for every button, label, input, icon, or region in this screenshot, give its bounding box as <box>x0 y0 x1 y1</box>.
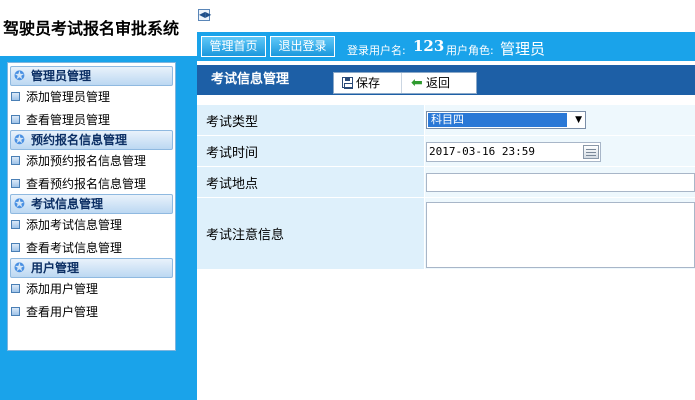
exam-location-input[interactable] <box>426 173 695 192</box>
exam-time-label: 考试时间 <box>197 136 424 166</box>
exam-type-selected: 科目四 <box>428 113 567 127</box>
square-bullet-icon <box>11 156 20 165</box>
dropdown-arrow-icon[interactable]: ▼ <box>575 113 582 127</box>
menu-group-header[interactable]: ✪ 管理员管理 <box>10 66 173 86</box>
exam-type-label: 考试类型 <box>197 105 424 135</box>
sidebar-item-add-exam[interactable]: 添加考试信息管理 <box>8 214 175 237</box>
exam-notes-label: 考试注意信息 <box>197 198 424 269</box>
back-button[interactable]: ⬅ 返回 <box>405 73 473 93</box>
star-icon: ✪ <box>14 133 25 148</box>
square-bullet-icon <box>11 307 20 316</box>
sidebar-item-view-booking[interactable]: 查看预约报名信息管理 <box>8 173 175 196</box>
sidebar-item-label: 查看用户管理 <box>26 305 99 319</box>
menu-group-title: 考试信息管理 <box>31 197 104 211</box>
star-icon: ✪ <box>14 261 25 276</box>
form-row-location: 考试地点 <box>197 167 695 198</box>
exam-notes-textarea[interactable] <box>426 202 695 268</box>
menu-group-title: 用户管理 <box>31 261 80 275</box>
sidebar-item-view-admin[interactable]: 查看管理员管理 <box>8 109 175 132</box>
exam-type-select[interactable]: 科目四 ▼ <box>426 111 586 129</box>
square-bullet-icon <box>11 92 20 101</box>
square-bullet-icon <box>11 220 20 229</box>
sidebar-item-view-exam[interactable]: 查看考试信息管理 <box>8 237 175 260</box>
star-icon: ✪ <box>14 197 25 212</box>
form-row-type: 考试类型 科目四 ▼ <box>197 105 695 136</box>
user-role-label: 用户角色: <box>446 44 494 57</box>
save-button-label: 保存 <box>356 76 381 90</box>
square-bullet-icon <box>11 284 20 293</box>
form-row-time: 考试时间 2017-03-16 23:59 <box>197 136 695 167</box>
page-title: 考试信息管理 <box>211 72 290 87</box>
menu-group-title: 预约报名信息管理 <box>31 133 128 147</box>
square-bullet-icon <box>11 243 20 252</box>
collapse-arrow-icon[interactable]: ◀▶ <box>198 9 211 21</box>
save-icon <box>342 77 353 89</box>
back-button-label: 返回 <box>426 76 451 90</box>
page-header: 考试信息管理 保存 ⬅ 返回 <box>197 65 695 95</box>
sidebar-item-add-user[interactable]: 添加用户管理 <box>8 278 175 301</box>
toolbar: 保存 ⬅ 返回 <box>333 72 477 94</box>
menu-group-header[interactable]: ✪ 考试信息管理 <box>10 194 173 214</box>
main-content: 考试信息管理 保存 ⬅ 返回 考试类型 科目四 ▼ 考试时间 2017-03-1… <box>197 61 695 400</box>
back-arrow-icon: ⬅ <box>411 75 423 91</box>
square-bullet-icon <box>11 115 20 124</box>
menu-group-title: 管理员管理 <box>31 69 92 83</box>
menu-group-header[interactable]: ✪ 用户管理 <box>10 258 173 278</box>
sidebar-item-label: 查看考试信息管理 <box>26 241 123 255</box>
login-user-label: 登录用户名: <box>347 44 406 57</box>
tab-logout[interactable]: 退出登录 <box>270 36 335 57</box>
form-row-notes: 考试注意信息 <box>197 198 695 270</box>
sidebar-menu: ✪ 管理员管理 添加管理员管理 查看管理员管理 ✪ 预约报名信息管理 添加预约报… <box>7 62 176 351</box>
menu-group-header[interactable]: ✪ 预约报名信息管理 <box>10 130 173 150</box>
calendar-icon[interactable] <box>583 145 599 159</box>
sidebar-item-label: 添加管理员管理 <box>26 90 111 104</box>
exam-location-label: 考试地点 <box>197 167 424 197</box>
save-button[interactable]: 保存 <box>338 73 402 93</box>
sidebar-item-label: 查看预约报名信息管理 <box>26 177 147 191</box>
star-icon: ✪ <box>14 69 25 84</box>
tab-home[interactable]: 管理首页 <box>201 36 266 57</box>
sidebar-item-label: 查看管理员管理 <box>26 113 111 127</box>
sidebar-item-label: 添加用户管理 <box>26 282 99 296</box>
login-user-value: 123 <box>413 37 445 55</box>
square-bullet-icon <box>11 179 20 188</box>
exam-time-input[interactable]: 2017-03-16 23:59 <box>426 142 601 162</box>
sidebar-item-label: 添加预约报名信息管理 <box>26 154 147 168</box>
user-role-value: 管理员 <box>500 40 546 58</box>
left-column: 驾驶员考试报名审批系统 ✪ 管理员管理 添加管理员管理 查看管理员管理 ✪ 预约… <box>0 0 197 400</box>
sidebar-item-add-booking[interactable]: 添加预约报名信息管理 <box>8 150 175 173</box>
sidebar-item-view-user[interactable]: 查看用户管理 <box>8 301 175 324</box>
exam-form: 考试类型 科目四 ▼ 考试时间 2017-03-16 23:59 考试地点 考试… <box>197 105 695 270</box>
sidebar-item-add-admin[interactable]: 添加管理员管理 <box>8 86 175 109</box>
app-title: 驾驶员考试报名审批系统 <box>0 0 197 56</box>
sidebar-item-label: 添加考试信息管理 <box>26 218 123 232</box>
